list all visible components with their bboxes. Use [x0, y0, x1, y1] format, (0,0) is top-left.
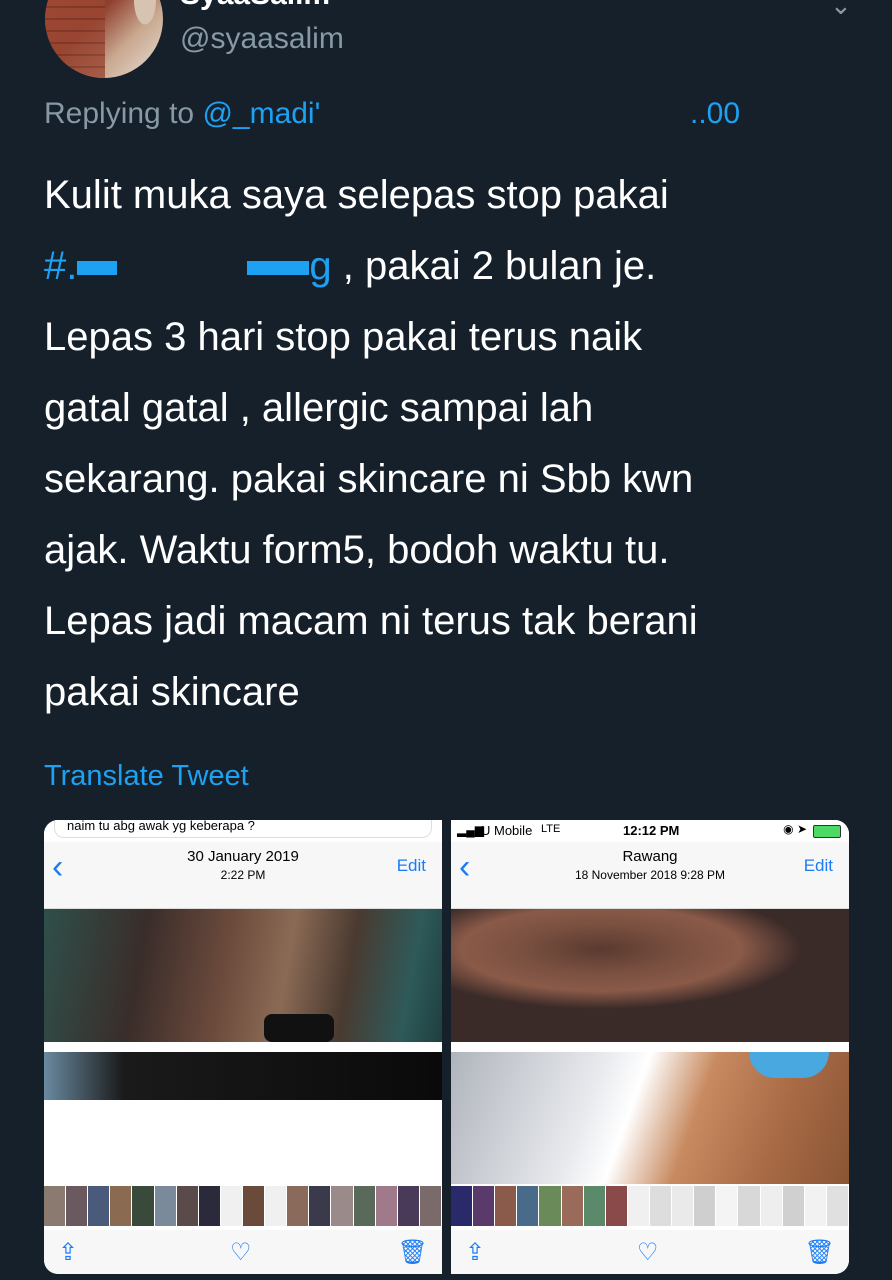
thumbnail-strip[interactable] [44, 1186, 442, 1226]
photo-face-upper [44, 909, 442, 1042]
trash-icon[interactable]: 🗑 [805, 1238, 835, 1267]
hashtag-link[interactable]: #. g [44, 244, 332, 288]
redaction [77, 261, 118, 276]
location-icon: ◉ ➤ [783, 822, 807, 836]
replying-to-label: Replying to [44, 97, 203, 130]
photos-toolbar: ⇪ ♡ 🗑 [44, 1230, 442, 1274]
tweet-line: Kulit muka saya selepas stop pakai [44, 173, 669, 217]
hashtag-end[interactable]: g [309, 244, 331, 288]
tweet-line: #. g , pakai 2 bulan je. [44, 231, 844, 302]
share-icon[interactable]: ⇪ [465, 1238, 485, 1267]
photo-dark [44, 1052, 442, 1100]
photos-nav-bar: ‹ Rawang 18 November 2018 9:28 PM Edit [451, 842, 849, 909]
photo-neck [451, 1052, 849, 1184]
heart-icon[interactable]: ♡ [230, 1238, 252, 1267]
avatar[interactable] [45, 0, 163, 78]
redaction [247, 261, 310, 276]
edit-button[interactable]: Edit [397, 856, 426, 876]
reply-mention-tail[interactable]: ..00 [690, 97, 740, 131]
trash-icon[interactable]: 🗑 [398, 1238, 428, 1267]
reply-mention-link[interactable]: @_madi' [202, 97, 320, 130]
photo-location: Rawang [622, 848, 678, 865]
hashtag-start[interactable]: #. [44, 244, 77, 288]
tweet-line: ajak. Waktu form5, bodoh waktu tu. [44, 528, 670, 572]
message-preview: naim tu abg awak yg keberapa ? [54, 820, 432, 838]
photos-toolbar: ⇪ ♡ 🗑 [451, 1230, 849, 1274]
photo-date-time: 18 November 2018 9:28 PM [574, 868, 726, 882]
media-image-right[interactable]: ▂▄▆ U Mobile LTE 12:12 PM ◉ ➤ ‹ Rawang 1… [451, 820, 849, 1274]
carrier: U Mobile [481, 823, 533, 838]
network-type: LTE [541, 823, 561, 835]
photo-time: 2:22 PM [220, 868, 266, 882]
signal-icon: ▂▄▆ [457, 823, 484, 837]
clock: 12:12 PM [623, 823, 680, 838]
tweet-text: Kulit muka saya selepas stop pakai #. g ,… [44, 160, 844, 728]
redaction [350, 108, 690, 132]
heart-icon[interactable]: ♡ [637, 1238, 659, 1267]
display-name[interactable]: SyaaSalim [180, 0, 330, 12]
tweet-line: pakai skincare [44, 670, 300, 714]
more-icon[interactable]: ⌄ [830, 0, 852, 21]
replying-to: Replying to @_madi' [44, 97, 320, 131]
photo-date: 30 January 2019 [187, 848, 299, 865]
share-icon[interactable]: ⇪ [58, 1238, 78, 1267]
photo-blank [44, 1100, 442, 1184]
photos-nav-bar: ‹ 30 January 2019 2:22 PM Edit [44, 842, 442, 909]
media-image-left[interactable]: naim tu abg awak yg keberapa ? ‹ 30 Janu… [44, 820, 442, 1274]
user-handle[interactable]: @syaasalim [180, 22, 344, 56]
tweet-line: gatal gatal , allergic sampai lah [44, 386, 594, 430]
thumbnail-strip[interactable] [451, 1186, 849, 1226]
tweet-line: Lepas jadi macam ni terus tak berani [44, 599, 698, 643]
tweet-line: Lepas 3 hari stop pakai terus naik [44, 315, 643, 359]
tweet-line-rest: , pakai 2 bulan je. [331, 244, 657, 288]
tweet-line: sekarang. pakai skincare ni Sbb kwn [44, 457, 694, 501]
battery-icon [813, 825, 841, 838]
translate-tweet-link[interactable]: Translate Tweet [44, 760, 249, 793]
edit-button[interactable]: Edit [804, 856, 833, 876]
photo-chin [451, 909, 849, 1042]
